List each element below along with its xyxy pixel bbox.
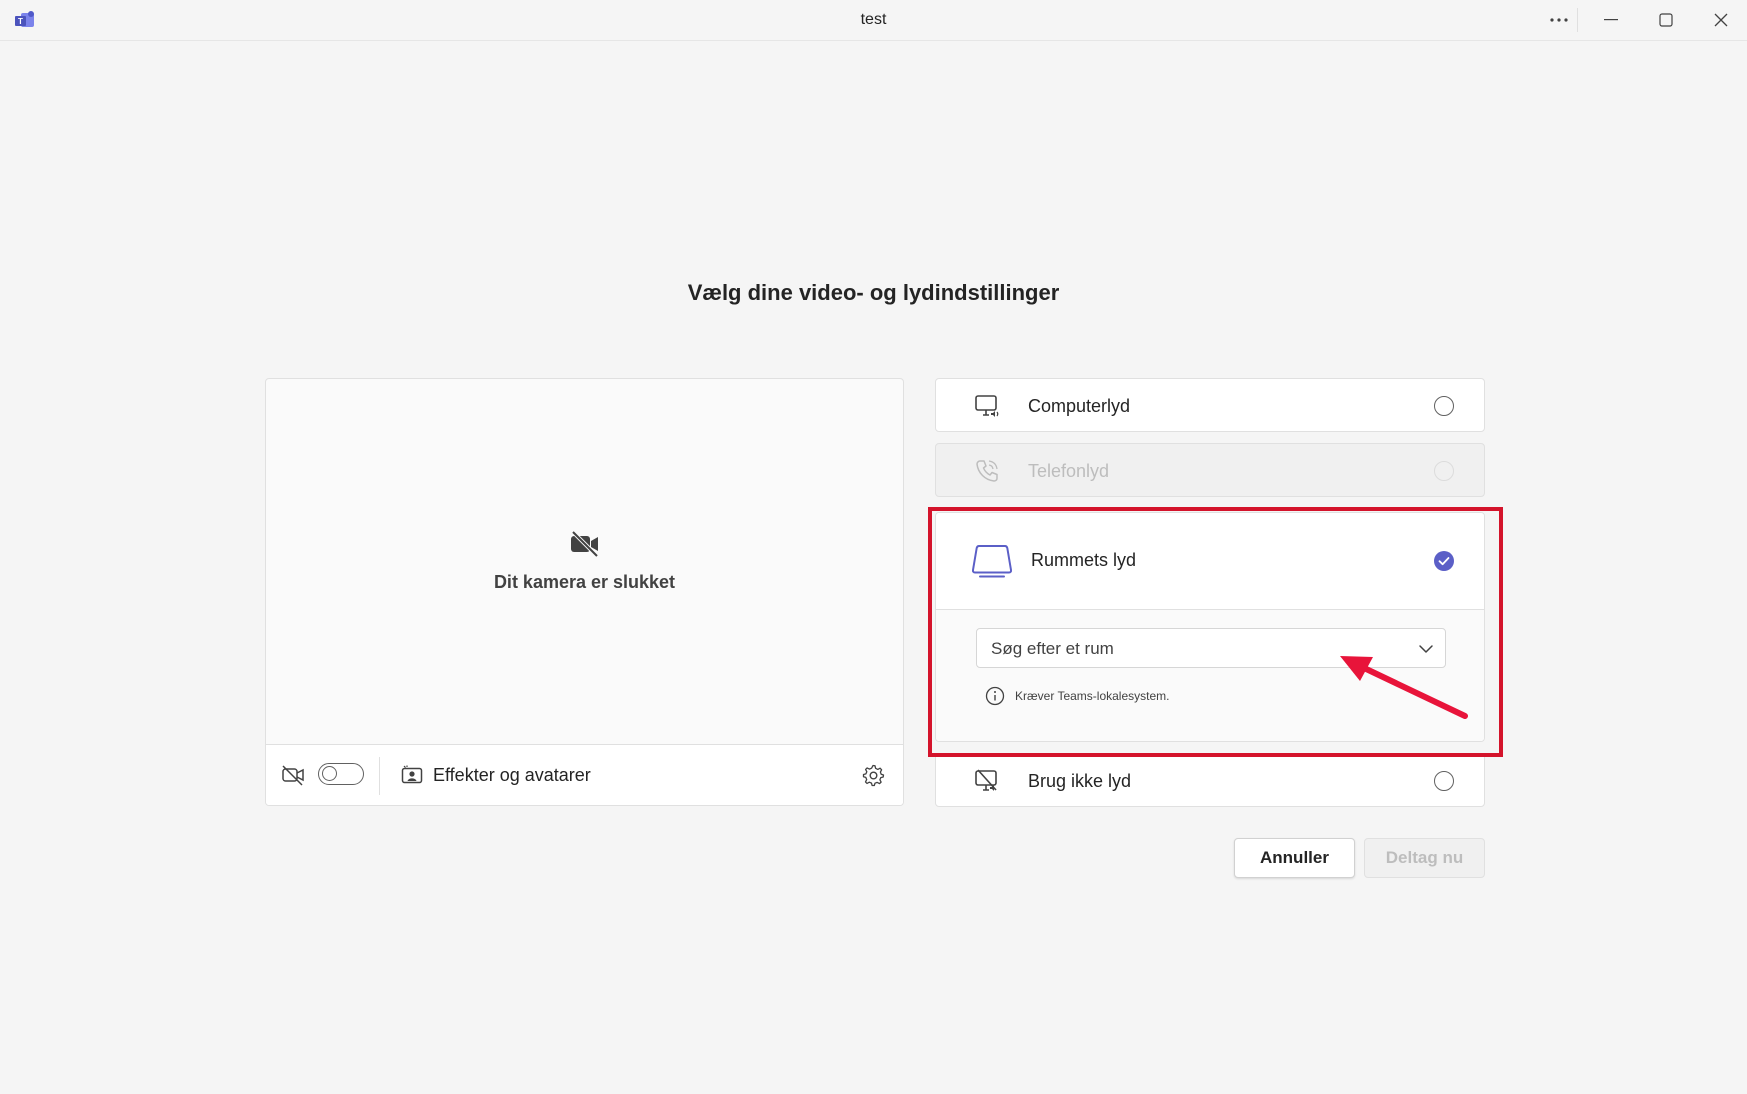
room-info-note: Kræver Teams-lokalesystem. — [985, 686, 1170, 706]
close-window-button[interactable] — [1695, 0, 1747, 40]
page-title: Vælg dine video- og lydindstillinger — [687, 280, 1060, 305]
option-computer-label: Computerlyd — [1028, 396, 1131, 416]
title-bar: T test — [0, 0, 1747, 41]
option-room-audio: Rummets lyd Søg efter et rum Kræver Team… — [935, 512, 1485, 742]
info-icon — [985, 686, 1005, 706]
radio-no-audio[interactable] — [1434, 771, 1454, 791]
cancel-button[interactable]: Annuller — [1234, 838, 1355, 878]
radio-phone-audio — [1434, 461, 1454, 481]
minimize-icon — [1604, 19, 1618, 21]
effects-button[interactable]: Effekter og avatarer — [401, 759, 591, 791]
camera-off-text: Dit kamera er slukket — [493, 572, 676, 592]
window-title: test — [860, 11, 887, 28]
camera-off-icon — [571, 531, 599, 557]
room-search-value: Søg efter et rum — [991, 639, 1114, 658]
radio-room-audio-selected[interactable] — [1434, 551, 1454, 571]
option-no-audio-label: Brug ikke lyd — [1028, 771, 1132, 791]
camera-toggle[interactable] — [318, 763, 364, 785]
gear-icon[interactable] — [861, 763, 885, 787]
option-room-label: Rummets lyd — [1031, 550, 1137, 570]
effects-label: Effekter og avatarer — [433, 764, 591, 785]
minimize-button[interactable] — [1585, 0, 1637, 40]
radio-computer-audio[interactable] — [1434, 396, 1454, 416]
toolbar-divider — [379, 757, 380, 795]
effects-icon — [401, 765, 423, 784]
toggle-knob — [322, 766, 337, 781]
room-search-dropdown[interactable]: Søg efter et rum — [976, 628, 1446, 668]
camera-toolbar: Effekter og avatarer — [266, 744, 903, 805]
more-icon — [1550, 18, 1568, 22]
phone-icon — [976, 460, 998, 482]
no-audio-icon — [975, 769, 997, 791]
option-no-audio[interactable]: Brug ikke lyd — [935, 753, 1485, 807]
video-off-icon — [282, 765, 304, 786]
room-audio-details: Søg efter et rum Kræver Teams-lokalesyst… — [936, 609, 1484, 741]
close-icon — [1714, 13, 1728, 27]
titlebar-divider — [1577, 8, 1578, 32]
chevron-down-icon — [1419, 645, 1433, 653]
checkmark-icon — [1438, 557, 1450, 566]
computer-audio-icon — [975, 395, 999, 417]
option-computer-audio[interactable]: Computerlyd — [935, 378, 1485, 432]
room-icon — [971, 545, 1013, 578]
maximize-icon — [1659, 13, 1673, 27]
camera-preview: Dit kamera er slukket Effekter og avatar… — [265, 378, 904, 806]
option-phone-label: Telefonlyd — [1028, 461, 1110, 481]
room-info-text: Kræver Teams-lokalesystem. — [1015, 689, 1170, 703]
room-audio-header[interactable]: Rummets lyd — [936, 513, 1484, 609]
option-phone-audio: Telefonlyd — [935, 443, 1485, 497]
join-now-button: Deltag nu — [1364, 838, 1485, 878]
maximize-button[interactable] — [1640, 0, 1692, 40]
